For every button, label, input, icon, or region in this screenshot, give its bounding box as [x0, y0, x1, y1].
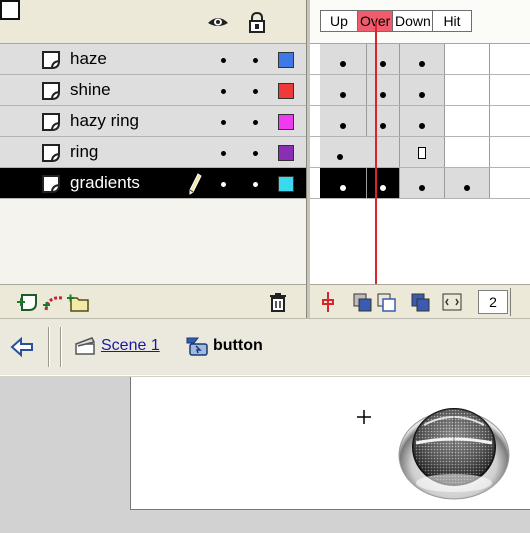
add-motion-guide-icon[interactable]	[42, 290, 66, 314]
modify-onion-markers-icon[interactable]	[440, 290, 464, 314]
button-symbol-icon	[186, 337, 208, 356]
layers-header	[0, 0, 306, 44]
onion-skin-icon[interactable]	[350, 290, 374, 314]
keyframe[interactable]	[320, 75, 367, 105]
layer-list: haze shine hazy ring ring gradients	[0, 44, 306, 284]
frame-grid[interactable]	[310, 44, 530, 284]
frame-row	[310, 75, 530, 106]
eye-icon[interactable]	[207, 11, 229, 33]
layer-name: gradients	[70, 173, 140, 192]
keyframe[interactable]	[400, 168, 445, 198]
frame-header: Up Over Down Hit	[310, 0, 530, 44]
layer-row-gradients[interactable]: gradients	[0, 168, 306, 199]
stage-area	[0, 377, 530, 533]
blank-keyframe[interactable]	[400, 137, 445, 167]
lock-dot[interactable]	[253, 120, 258, 125]
layer-row-shine[interactable]: shine	[0, 75, 306, 106]
empty-frame[interactable]	[445, 44, 490, 74]
frame-tabs: Up Over Down Hit	[320, 10, 472, 32]
layer-row-haze[interactable]: haze	[0, 44, 306, 75]
layer-row-ring[interactable]: ring	[0, 137, 306, 168]
keyframe[interactable]	[367, 168, 400, 198]
frame-tab-down[interactable]: Down	[393, 11, 433, 31]
onion-skin-outlines-icon[interactable]	[374, 290, 398, 314]
center-frame-icon[interactable]	[316, 290, 340, 314]
layer-name: ring	[70, 142, 99, 161]
layer-page-icon	[42, 113, 60, 131]
outline-color-swatch[interactable]	[278, 145, 294, 161]
outline-toggle-icon[interactable]	[0, 0, 20, 20]
layer-page-icon	[42, 175, 60, 193]
visibility-dot[interactable]	[221, 182, 226, 187]
edit-multiple-frames-icon[interactable]	[408, 290, 432, 314]
layer-page-icon	[42, 144, 60, 162]
lock-dot[interactable]	[253, 58, 258, 63]
button-graphic[interactable]	[394, 397, 514, 502]
clapperboard-icon	[75, 337, 96, 355]
frame-row	[310, 168, 530, 199]
registration-point-icon	[357, 410, 371, 424]
separator	[48, 327, 50, 367]
frame-row	[310, 44, 530, 75]
edit-bar: Scene 1 button	[0, 318, 530, 376]
visibility-dot[interactable]	[221, 89, 226, 94]
pencil-icon	[189, 173, 202, 195]
symbol-name[interactable]: button	[213, 337, 263, 355]
empty-frame[interactable]	[445, 106, 490, 136]
visibility-dot[interactable]	[221, 58, 226, 63]
separator	[60, 327, 62, 367]
frame-row	[310, 137, 530, 168]
keyframe[interactable]	[445, 168, 490, 198]
layer-name: shine	[70, 80, 111, 99]
playhead[interactable]	[375, 22, 377, 292]
back-arrow-icon[interactable]	[10, 335, 34, 359]
frame-tab-hit[interactable]: Hit	[433, 11, 471, 31]
layer-name: hazy ring	[70, 111, 139, 130]
keyframe[interactable]	[320, 168, 367, 198]
empty-frame[interactable]	[445, 75, 490, 105]
keyframe[interactable]	[400, 106, 445, 136]
layer-name: haze	[70, 49, 107, 68]
layer-page-icon	[42, 51, 60, 69]
visibility-dot[interactable]	[221, 151, 226, 156]
lock-dot[interactable]	[253, 151, 258, 156]
frame-toolbar: 2	[310, 284, 530, 318]
outline-color-swatch[interactable]	[278, 114, 294, 130]
keyframe[interactable]	[367, 106, 400, 136]
empty-frame[interactable]	[445, 137, 490, 167]
keyframe[interactable]	[320, 137, 400, 167]
current-frame-field[interactable]: 2	[478, 290, 508, 314]
insert-folder-icon[interactable]	[66, 290, 90, 314]
outline-color-swatch[interactable]	[278, 52, 294, 68]
keyframe[interactable]	[320, 44, 367, 74]
layer-row-hazy-ring[interactable]: hazy ring	[0, 106, 306, 137]
frame-tab-up[interactable]: Up	[321, 11, 358, 31]
outline-color-swatch[interactable]	[278, 176, 294, 192]
frame-row	[310, 106, 530, 137]
outline-color-swatch[interactable]	[278, 83, 294, 99]
scene-link[interactable]: Scene 1	[101, 337, 160, 355]
layer-page-icon	[42, 82, 60, 100]
lock-dot[interactable]	[253, 182, 258, 187]
stage[interactable]	[130, 377, 530, 510]
lock-dot[interactable]	[253, 89, 258, 94]
layer-toolbar	[0, 284, 306, 318]
lock-icon[interactable]	[246, 11, 268, 33]
keyframe[interactable]	[400, 75, 445, 105]
timeline-panel: Up Over Down Hit haze shine hazy ring ri…	[0, 0, 530, 318]
toolbar-edge	[510, 288, 530, 316]
visibility-dot[interactable]	[221, 120, 226, 125]
insert-layer-icon[interactable]	[16, 290, 40, 314]
trash-icon[interactable]	[266, 290, 290, 314]
keyframe[interactable]	[367, 75, 400, 105]
keyframe[interactable]	[320, 106, 367, 136]
keyframe[interactable]	[400, 44, 445, 74]
keyframe[interactable]	[367, 44, 400, 74]
